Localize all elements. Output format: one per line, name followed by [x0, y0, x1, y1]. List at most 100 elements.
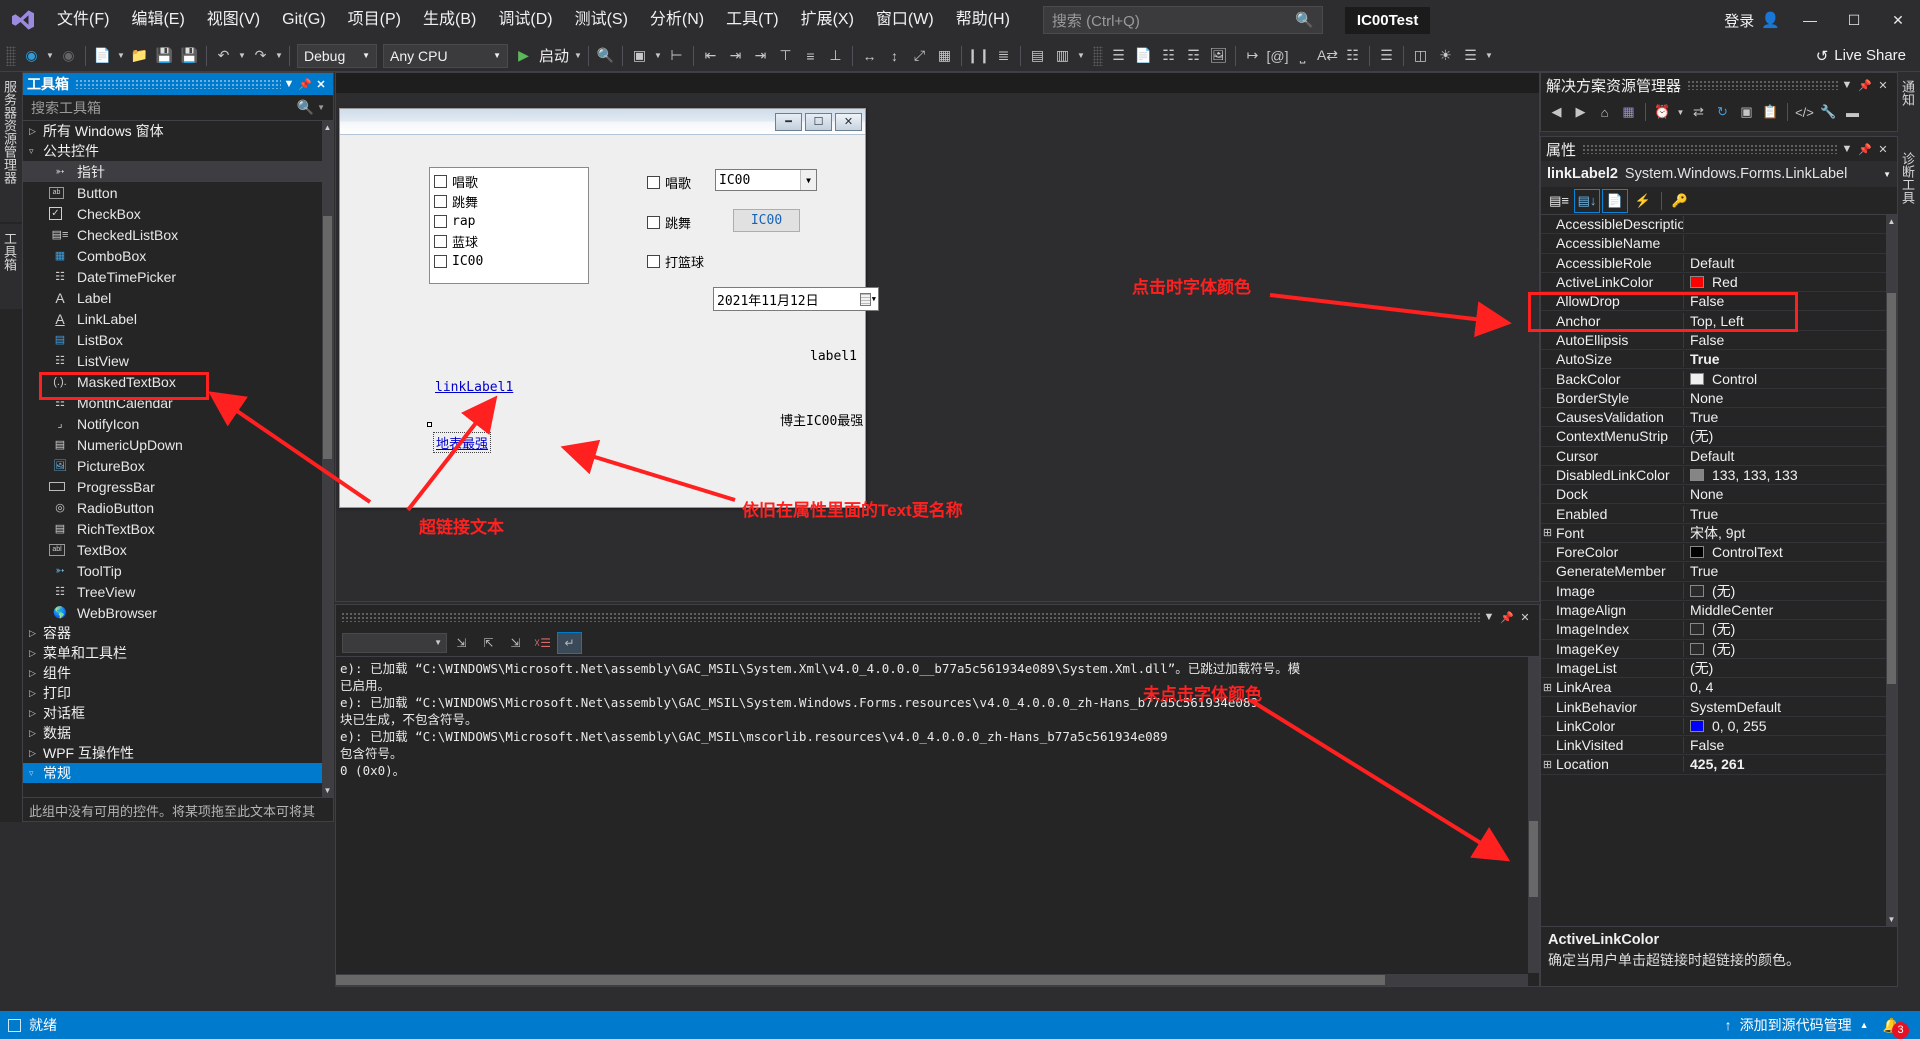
sign-in-button[interactable]: 登录 👤: [1716, 10, 1788, 31]
checkbox-icon[interactable]: [434, 214, 447, 228]
property-value[interactable]: True: [1684, 409, 1897, 425]
property-row[interactable]: ⊞ Location 425, 261: [1541, 755, 1897, 775]
property-value[interactable]: MiddleCenter: [1684, 602, 1897, 618]
property-value[interactable]: None: [1684, 390, 1897, 406]
panel-drag-dots[interactable]: [1687, 80, 1838, 90]
categorized-icon[interactable]: ▤≡: [1546, 189, 1572, 213]
panel-drag-dots[interactable]: [1582, 144, 1838, 154]
combobox-ic00[interactable]: IC00 ▼: [715, 169, 817, 191]
property-row[interactable]: ImageKey (无): [1541, 640, 1897, 659]
toolbox-toggle-icon[interactable]: ☰: [1374, 43, 1399, 69]
open-folder-icon[interactable]: 📁: [127, 43, 152, 69]
property-value[interactable]: (无): [1684, 619, 1897, 639]
property-value[interactable]: Top, Left: [1684, 313, 1897, 329]
indent-icon[interactable]: ↦: [1240, 43, 1265, 69]
menu-item-analyze[interactable]: 分析(N): [639, 0, 715, 40]
toolbox-item-progressbar[interactable]: ProgressBar: [23, 476, 333, 497]
form-minimize-button[interactable]: ━: [775, 112, 802, 131]
toolbox-item-webbrowser[interactable]: 🌎 WebBrowser: [23, 602, 333, 623]
align-lefts-icon[interactable]: ⊢: [664, 43, 689, 69]
navigate-forward-icon[interactable]: ◉: [56, 43, 81, 69]
team-explorer-icon[interactable]: ☀: [1433, 43, 1458, 69]
property-row[interactable]: Image (无): [1541, 582, 1897, 601]
hot-reload-icon[interactable]: 🔍: [593, 43, 618, 69]
toolbox-item-listbox[interactable]: ▤ ListBox: [23, 329, 333, 350]
menu-item-tools[interactable]: 工具(T): [715, 0, 789, 40]
property-value[interactable]: (无): [1684, 581, 1897, 601]
toolbox-item-radiobutton[interactable]: ◎ RadioButton: [23, 497, 333, 518]
output-text[interactable]: e): 已加载 “C:\WINDOWS\Microsoft.Net\assemb…: [336, 657, 1539, 986]
image-editor-icon[interactable]: 🖼: [1206, 43, 1231, 69]
property-row[interactable]: ImageList (无): [1541, 659, 1897, 679]
menu-item-edit[interactable]: 编辑(E): [120, 0, 195, 40]
checkbox-icon[interactable]: [647, 254, 660, 268]
toolbox-item-picturebox[interactable]: 🖼 PictureBox: [23, 455, 333, 476]
uncomment-icon[interactable]: ⎵: [1290, 43, 1315, 69]
properties-grid[interactable]: AccessibleDescriptio AccessibleName Access…: [1541, 215, 1897, 926]
properties-wrench-icon[interactable]: 🔧: [1817, 100, 1840, 124]
bring-to-front-icon[interactable]: ▤: [1025, 43, 1050, 69]
chevron-down-icon[interactable]: ▼: [1838, 79, 1856, 91]
view-code-icon[interactable]: </>: [1793, 100, 1816, 124]
properties-window-icon[interactable]: ☰: [1458, 43, 1483, 69]
bookmarks-icon[interactable]: ☷: [1340, 43, 1365, 69]
menu-item-project[interactable]: 项目(P): [337, 0, 412, 40]
undo-dropdown-icon[interactable]: ▼: [236, 51, 248, 60]
toolbox-item-textbox[interactable]: abl TextBox: [23, 539, 333, 560]
toolbox-items-list[interactable]: ▷ 所有 Windows 窗体 ▿ 公共控件 ➳ 指针 ab Button ✓ …: [23, 121, 333, 797]
solution-icon[interactable]: ▦: [1617, 100, 1640, 124]
save-icon[interactable]: 💾: [152, 43, 177, 69]
vertical-tab-server-explorer[interactable]: 服务器资源管理器: [0, 72, 22, 222]
property-value[interactable]: Control: [1684, 371, 1897, 387]
checked-listbox[interactable]: 唱歌 跳舞 rap 蓝球 IC00: [429, 167, 589, 284]
live-share-button[interactable]: ↺ Live Share: [1810, 47, 1920, 65]
property-row[interactable]: DisabledLinkColor 133, 133, 133: [1541, 466, 1897, 486]
toolbox-item-treeview[interactable]: ☷ TreeView: [23, 581, 333, 602]
chevron-down-icon[interactable]: ▼: [1480, 611, 1498, 623]
output-drag-dots[interactable]: [341, 612, 1480, 622]
toolbox-item-numericupdown[interactable]: ▤ NumericUpDown: [23, 434, 333, 455]
menu-item-build[interactable]: 生成(B): [412, 0, 487, 40]
property-row[interactable]: Cursor Default: [1541, 447, 1897, 466]
align-left-icon[interactable]: ⇤: [698, 43, 723, 69]
property-row[interactable]: Dock None: [1541, 485, 1897, 505]
notification-bell[interactable]: 🔔 3: [1883, 1017, 1909, 1039]
scroll-up-icon[interactable]: ▲: [322, 121, 333, 134]
align-center-icon[interactable]: ⇥: [723, 43, 748, 69]
linklabel2[interactable]: 地表最强: [427, 422, 492, 453]
property-value[interactable]: (无): [1684, 426, 1897, 446]
linklabel1[interactable]: linkLabel1: [435, 380, 513, 395]
property-row[interactable]: ImageIndex (无): [1541, 619, 1897, 640]
comment-icon[interactable]: [@]: [1265, 43, 1290, 69]
toolbox-group-menus-toolbars[interactable]: ▷ 菜单和工具栏: [23, 643, 333, 663]
output-vertical-scrollbar[interactable]: [1528, 657, 1539, 973]
navigate-back-dropdown-icon[interactable]: ▼: [44, 51, 56, 60]
toolbox-group-dialogs[interactable]: ▷ 对话框: [23, 703, 333, 723]
property-pages-icon[interactable]: 🔑: [1667, 189, 1693, 213]
solution-platform-select[interactable]: Any CPU ▼: [383, 43, 508, 68]
property-row[interactable]: ⊞ LinkArea 0, 4: [1541, 678, 1897, 698]
undo-icon[interactable]: ↶: [211, 43, 236, 69]
chevron-down-icon[interactable]: ▼: [1675, 100, 1686, 124]
close-button[interactable]: ✕: [1876, 0, 1920, 40]
pin-icon[interactable]: 📌: [1856, 143, 1874, 156]
form-designer-surface[interactable]: ━ ☐ ✕ 唱歌 跳舞 rap 蓝球 IC00 唱歌 跳舞 打篮球 IC00 ▼…: [335, 72, 1540, 602]
toolbox-group-containers[interactable]: ▷ 容器: [23, 623, 333, 643]
toolbox-group-general[interactable]: ▿ 常规: [23, 763, 333, 783]
show-all-files-icon[interactable]: 📋: [1759, 100, 1782, 124]
toolbox-item-button[interactable]: ab Button: [23, 182, 333, 203]
make-same-height-icon[interactable]: ↕: [882, 43, 907, 69]
property-value[interactable]: False: [1684, 737, 1897, 753]
more-dropdown-icon[interactable]: ▼: [1075, 51, 1087, 60]
back-icon[interactable]: ◀: [1545, 100, 1568, 124]
start-dropdown-icon[interactable]: ▼: [572, 51, 584, 60]
form-close-button[interactable]: ✕: [835, 112, 862, 131]
scroll-down-icon[interactable]: ▼: [1886, 913, 1897, 926]
search-input[interactable]: 搜索 (Ctrl+Q) 🔍: [1042, 6, 1323, 34]
alphabetical-icon[interactable]: ▤↓: [1574, 188, 1600, 213]
maximize-button[interactable]: ☐: [1832, 0, 1876, 40]
property-value[interactable]: Default: [1684, 255, 1897, 271]
expand-plus-icon[interactable]: ⊞: [1541, 758, 1554, 771]
property-value[interactable]: True: [1684, 351, 1897, 367]
toolbox-search-input[interactable]: 搜索工具箱 🔍 ▼: [23, 95, 333, 121]
